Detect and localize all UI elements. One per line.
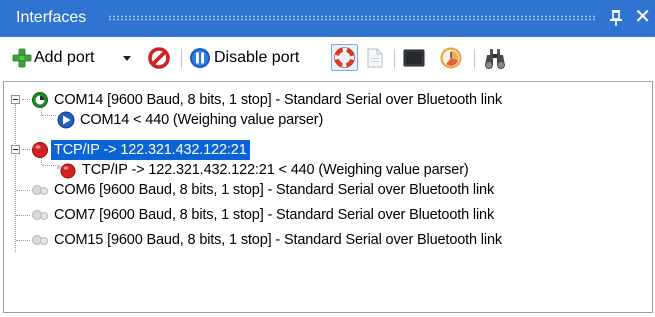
interfaces-tree[interactable]: COM14 [9600 Baud, 8 bits, 1 stop] - Stan… — [3, 81, 653, 313]
tree-node-label: COM15 [9600 Baud, 8 bits, 1 stop] - Stan… — [54, 232, 502, 248]
connected-status-icon — [32, 92, 48, 108]
clock-icon[interactable] — [440, 47, 462, 69]
panel-title: Interfaces — [16, 9, 87, 26]
chevron-down-icon[interactable] — [123, 56, 131, 62]
inactive-port-icon — [32, 235, 48, 245]
inactive-port-icon — [32, 185, 48, 195]
lifebuoy-icon — [334, 47, 355, 68]
tree-node-com14-parser[interactable]: COM14 < 440 (Weighing value parser) — [4, 110, 644, 130]
tree-node-label: COM7 [9600 Baud, 8 bits, 1 stop] - Stand… — [54, 207, 495, 223]
disable-port-button[interactable]: Disable port — [189, 45, 323, 71]
tree-node-label: TCP/IP -> 122.321.432.122:21 — [51, 140, 250, 160]
tree-node-com14[interactable]: COM14 [9600 Baud, 8 bits, 1 stop] - Stan… — [4, 90, 644, 110]
play-icon — [57, 111, 75, 129]
panel-title-bar: Interfaces ✕ — [0, 0, 655, 37]
error-status-icon — [32, 142, 48, 158]
add-port-button[interactable]: Add port — [12, 45, 142, 71]
binoculars-icon[interactable] — [483, 47, 507, 69]
inactive-port-icon — [32, 210, 48, 220]
pause-icon — [190, 48, 210, 68]
error-status-icon — [57, 163, 76, 179]
page-icon[interactable] — [367, 48, 383, 68]
toolbar-separator — [394, 49, 395, 69]
tree-node-tcpip-parser[interactable]: TCP/IP -> 122.321.432.122:21 < 440 (Weig… — [4, 160, 644, 180]
collapse-toggle[interactable] — [11, 145, 20, 154]
tree-node-com15[interactable]: COM15 [9600 Baud, 8 bits, 1 stop] - Stan… — [4, 230, 644, 250]
toolbar-separator — [181, 49, 182, 69]
tree-node-label: COM14 < 440 (Weighing value parser) — [80, 112, 324, 128]
tree-node-com6[interactable]: COM6 [9600 Baud, 8 bits, 1 stop] - Stand… — [4, 180, 644, 200]
close-icon[interactable]: ✕ — [634, 6, 651, 28]
no-entry-icon[interactable] — [148, 47, 170, 69]
tree-node-label: TCP/IP -> 122.321.432.122:21 < 440 (Weig… — [82, 162, 469, 178]
collapse-toggle[interactable] — [11, 95, 20, 104]
toolbar-separator — [474, 49, 475, 69]
drag-grip[interactable] — [108, 15, 595, 21]
tree-node-com7[interactable]: COM7 [9600 Baud, 8 bits, 1 stop] - Stand… — [4, 205, 644, 225]
disable-port-label: Disable port — [214, 49, 300, 66]
tree-node-tcpip[interactable]: TCP/IP -> 122.321.432.122:21 — [4, 140, 644, 160]
terminal-icon[interactable] — [403, 49, 425, 67]
toolbar: Add port Disable port — [0, 37, 655, 81]
plus-icon — [12, 48, 32, 68]
pin-icon[interactable] — [609, 9, 623, 27]
help-button[interactable] — [331, 44, 358, 71]
tree-node-label: COM6 [9600 Baud, 8 bits, 1 stop] - Stand… — [54, 182, 495, 198]
add-port-label: Add port — [34, 49, 95, 66]
tree-node-label: COM14 [9600 Baud, 8 bits, 1 stop] - Stan… — [54, 92, 502, 108]
